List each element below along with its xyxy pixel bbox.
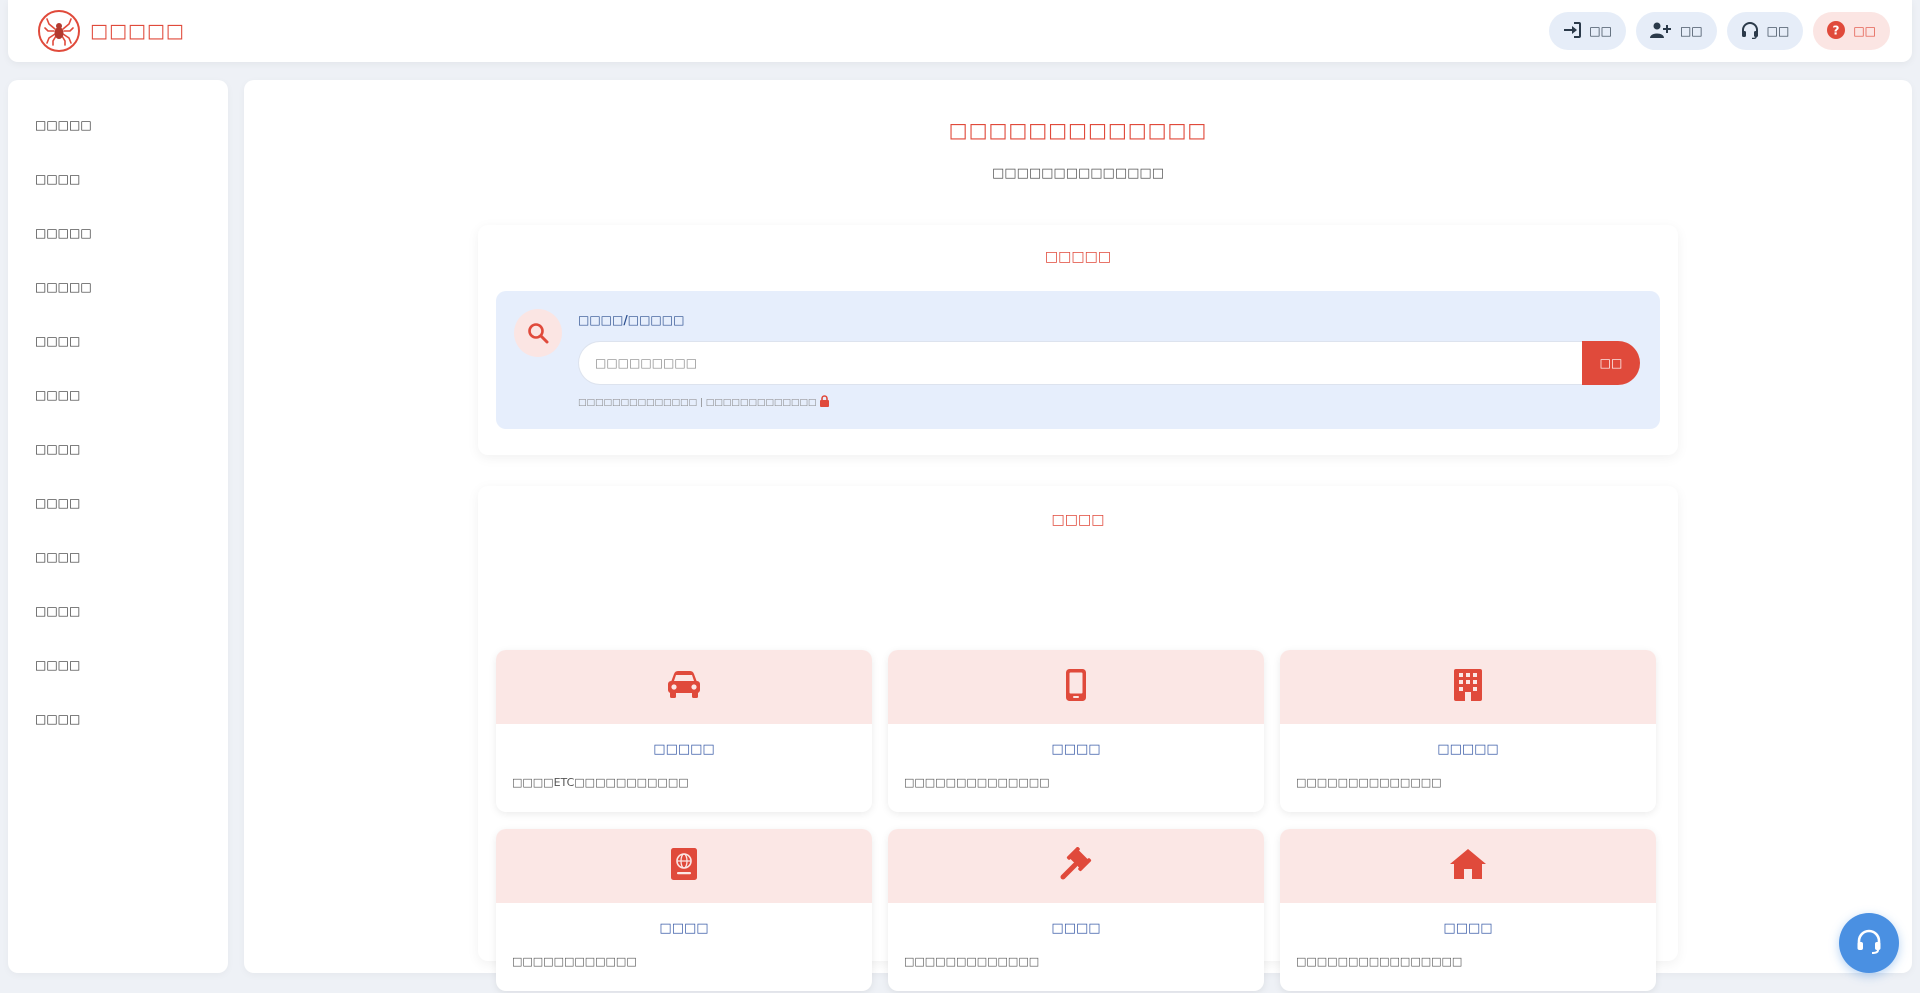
card-icon-area [888,829,1264,903]
brand[interactable]: □□□□□ [38,10,185,52]
sidebar-item[interactable]: □□□□ [8,476,228,530]
card-title: □□□□ [1051,742,1101,757]
sidebar-item[interactable]: □□□□ [8,638,228,692]
card-title: □□□□ [1051,921,1101,936]
services-panel: □□□□ □□□□□ □□□□ETC□□□□□□□□□□□ □□□□ □□□□□… [478,486,1678,991]
lock-icon [819,395,830,410]
sidebar-item[interactable]: □□□□□ [8,98,228,152]
service-card-phone[interactable]: □□□□ □□□□□□□□□□□□□□ [888,650,1264,812]
page-title: □□□□□□□□□□□□□ [948,118,1208,142]
services-section-title: □□□□ [1051,512,1105,528]
card-desc: □□□□□□□□□□□□ [512,955,637,968]
page-subtitle: □□□□□□□□□□□□□□ [992,166,1164,181]
search-note-text: □□□□□□□□□□□□□□ | □□□□□□□□□□□□□ [578,397,817,408]
mobile-phone-icon [1065,668,1087,706]
spider-logo-icon [38,10,80,52]
main-content: □□□□□□□□□□□□□ □□□□□□□□□□□□□□ □□□□□ □□□□/… [244,80,1912,991]
card-icon-area [1280,650,1656,724]
sidebar-item[interactable]: □□□□ [8,314,228,368]
floating-support-button[interactable] [1839,913,1899,973]
card-icon-area [888,650,1264,724]
question-circle-icon: ? [1827,20,1846,42]
sidebar-item[interactable]: □□□□ [8,422,228,476]
search-panel: □□□□□ □□□□/□□□□□ □□ □□□□□□□□□□□□□□ | □□□… [478,225,1678,455]
house-icon [1449,848,1487,884]
card-desc: □□□□□□□□□□□□□□ [904,776,1050,789]
card-icon-area [496,650,872,724]
card-desc: □□□□□□□□□□□□□ [904,955,1040,968]
card-icon-area [1280,829,1656,903]
svg-text:?: ? [1833,23,1840,37]
card-title: □□□□□ [653,742,715,757]
search-note: □□□□□□□□□□□□□□ | □□□□□□□□□□□□□ [578,395,830,410]
headset-icon [1855,927,1883,959]
sidebar-item[interactable]: □□□□ [8,530,228,584]
search-section-title: □□□□□ [1044,249,1112,265]
sidebar-item[interactable]: □□□□ [8,584,228,638]
card-title: □□□□ [1443,921,1493,936]
help-label: □□ [1853,24,1876,38]
login-button[interactable]: □□ [1549,12,1626,50]
service-card-legal[interactable]: □□□□ □□□□□□□□□□□□□ [888,829,1264,991]
sidebar: □□□□□ □□□□ □□□□□ □□□□□ □□□□ □□□□ □□□□ □□… [8,80,228,973]
header-nav: □□ □□ □□ ? □□ [1549,12,1890,50]
help-button[interactable]: ? □□ [1813,12,1890,50]
sidebar-item[interactable]: □□□□ [8,692,228,746]
card-icon-area [496,829,872,903]
register-button[interactable]: □□ [1635,12,1717,50]
service-card-company[interactable]: □□□□□ □□□□□□□□□□□□□□ [1280,650,1656,812]
passport-icon [670,847,698,885]
service-card-vehicle[interactable]: □□□□□ □□□□ETC□□□□□□□□□□□ [496,650,872,812]
card-desc: □□□□□□□□□□□□□□□□ [1296,955,1463,968]
brand-name: □□□□□ [90,20,185,42]
card-desc: □□□□□□□□□□□□□□ [1296,776,1442,789]
register-label: □□ [1679,24,1703,38]
search-input[interactable] [578,341,1582,385]
headset-icon [1741,21,1759,42]
login-icon [1563,21,1582,41]
sidebar-item[interactable]: □□□□□ [8,206,228,260]
building-icon [1452,668,1484,706]
search-box: □□□□/□□□□□ □□ □□□□□□□□□□□□□□ | □□□□□□□□□… [496,291,1660,429]
service-card-passport[interactable]: □□□□ □□□□□□□□□□□□ [496,829,872,991]
sidebar-item[interactable]: □□□□□ [8,260,228,314]
search-icon [514,309,562,357]
login-label: □□ [1589,24,1612,38]
sidebar-item[interactable]: □□□□ [8,368,228,422]
service-card-property[interactable]: □□□□ □□□□□□□□□□□□□□□□ [1280,829,1656,991]
top-header: □□□□□ □□ □□ □□ ? □□ [8,0,1912,62]
search-label: □□□□/□□□□□ [578,313,685,327]
support-label: □□ [1766,24,1790,38]
sidebar-item[interactable]: □□□□ [8,152,228,206]
support-button[interactable]: □□ [1726,12,1804,50]
gavel-icon [1059,846,1093,885]
card-desc: □□□□ETC□□□□□□□□□□□ [512,776,689,789]
card-title: □□□□ [659,921,709,936]
car-icon [666,670,702,704]
user-plus-icon [1649,22,1672,41]
card-title: □□□□□ [1437,742,1499,757]
search-button[interactable]: □□ [1582,341,1640,385]
